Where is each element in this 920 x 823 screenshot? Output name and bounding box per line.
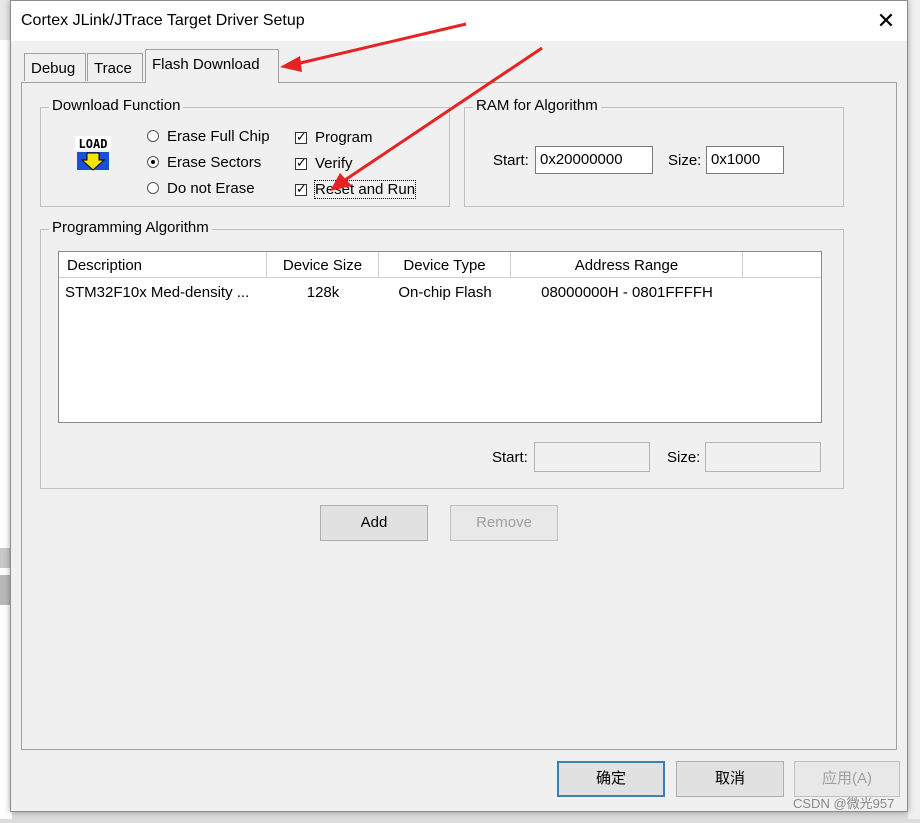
column-device-size[interactable]: Device Size xyxy=(267,252,379,278)
do-not-erase-radio[interactable] xyxy=(147,182,159,194)
erase-sectors-option[interactable]: Erase Sectors xyxy=(147,154,261,174)
program-label: Program xyxy=(315,129,373,146)
remove-button[interactable]: Remove xyxy=(450,505,558,541)
close-icon[interactable]: ✕ xyxy=(871,7,901,35)
row-device-size: 128k xyxy=(306,284,340,301)
column-description[interactable]: Description xyxy=(59,252,267,278)
reset-and-run-option[interactable]: Reset and Run xyxy=(295,180,417,201)
tab-trace[interactable]: Trace xyxy=(87,53,143,81)
algo-size-label: Size: xyxy=(667,449,701,466)
ram-for-algorithm-title: RAM for Algorithm xyxy=(473,97,601,114)
programming-algorithm-title: Programming Algorithm xyxy=(49,219,212,236)
background-window-edge-right xyxy=(908,0,920,819)
tab-debug-label: Debug xyxy=(31,60,76,77)
algo-size-input[interactable] xyxy=(705,442,821,472)
erase-full-chip-radio[interactable] xyxy=(147,130,159,142)
row-description: STM32F10x Med-density ... xyxy=(65,284,250,301)
row-device-type: On-chip Flash xyxy=(398,284,492,301)
reset-and-run-checkbox[interactable] xyxy=(295,181,307,197)
erase-sectors-radio[interactable] xyxy=(147,156,159,168)
erase-full-chip-option[interactable]: Erase Full Chip xyxy=(147,128,270,148)
ram-size-label: Size: xyxy=(668,152,702,169)
setup-dialog: Cortex JLink/JTrace Target Driver Setup … xyxy=(10,0,908,812)
algorithm-list[interactable]: Description Device Size Device Type Addr… xyxy=(58,251,822,423)
column-address-range[interactable]: Address Range xyxy=(511,252,743,278)
erase-full-chip-label: Erase Full Chip xyxy=(167,128,270,145)
tab-flash-download-label: Flash Download xyxy=(152,56,260,73)
table-row[interactable]: STM32F10x Med-density ... 128k On-chip F… xyxy=(59,282,821,306)
verify-option[interactable]: Verify xyxy=(295,155,353,175)
apply-button[interactable]: 应用(A) xyxy=(794,761,900,797)
column-device-type[interactable]: Device Type xyxy=(379,252,511,278)
verify-checkbox[interactable] xyxy=(295,155,307,171)
tab-debug[interactable]: Debug xyxy=(24,53,86,81)
tab-panel: Download Function LOAD Erase Full Chip E… xyxy=(21,82,897,750)
tab-trace-label: Trace xyxy=(94,60,132,77)
algo-start-input[interactable] xyxy=(534,442,650,472)
add-button[interactable]: Add xyxy=(320,505,428,541)
download-function-group: Download Function LOAD Erase Full Chip E… xyxy=(40,97,450,207)
ram-start-input[interactable]: 0x20000000 xyxy=(535,146,653,174)
window-title: Cortex JLink/JTrace Target Driver Setup xyxy=(21,12,305,29)
download-function-title: Download Function xyxy=(49,97,184,114)
reset-and-run-label: Reset and Run xyxy=(313,180,417,199)
column-spare xyxy=(743,252,821,278)
title-bar: Cortex JLink/JTrace Target Driver Setup … xyxy=(11,1,907,41)
ram-start-label: Start: xyxy=(493,152,529,169)
program-checkbox[interactable] xyxy=(295,129,307,145)
cancel-button[interactable]: 取消 xyxy=(676,761,784,797)
ram-for-algorithm-group: RAM for Algorithm Start: 0x20000000 Size… xyxy=(464,97,844,207)
erase-sectors-label: Erase Sectors xyxy=(167,154,262,171)
watermark: CSDN @微光957 xyxy=(793,796,895,811)
do-not-erase-option[interactable]: Do not Erase xyxy=(147,180,255,200)
load-icon: LOAD xyxy=(73,134,113,174)
algo-start-label: Start: xyxy=(492,449,528,466)
verify-label: Verify xyxy=(315,155,353,172)
ram-size-input[interactable]: 0x1000 xyxy=(706,146,784,174)
program-option[interactable]: Program xyxy=(295,129,373,149)
svg-text:LOAD: LOAD xyxy=(79,137,108,151)
do-not-erase-label: Do not Erase xyxy=(167,180,255,197)
row-address-range: 08000000H - 0801FFFFH xyxy=(541,284,713,301)
ok-button[interactable]: 确定 xyxy=(557,761,665,797)
tab-flash-download[interactable]: Flash Download xyxy=(145,49,279,83)
